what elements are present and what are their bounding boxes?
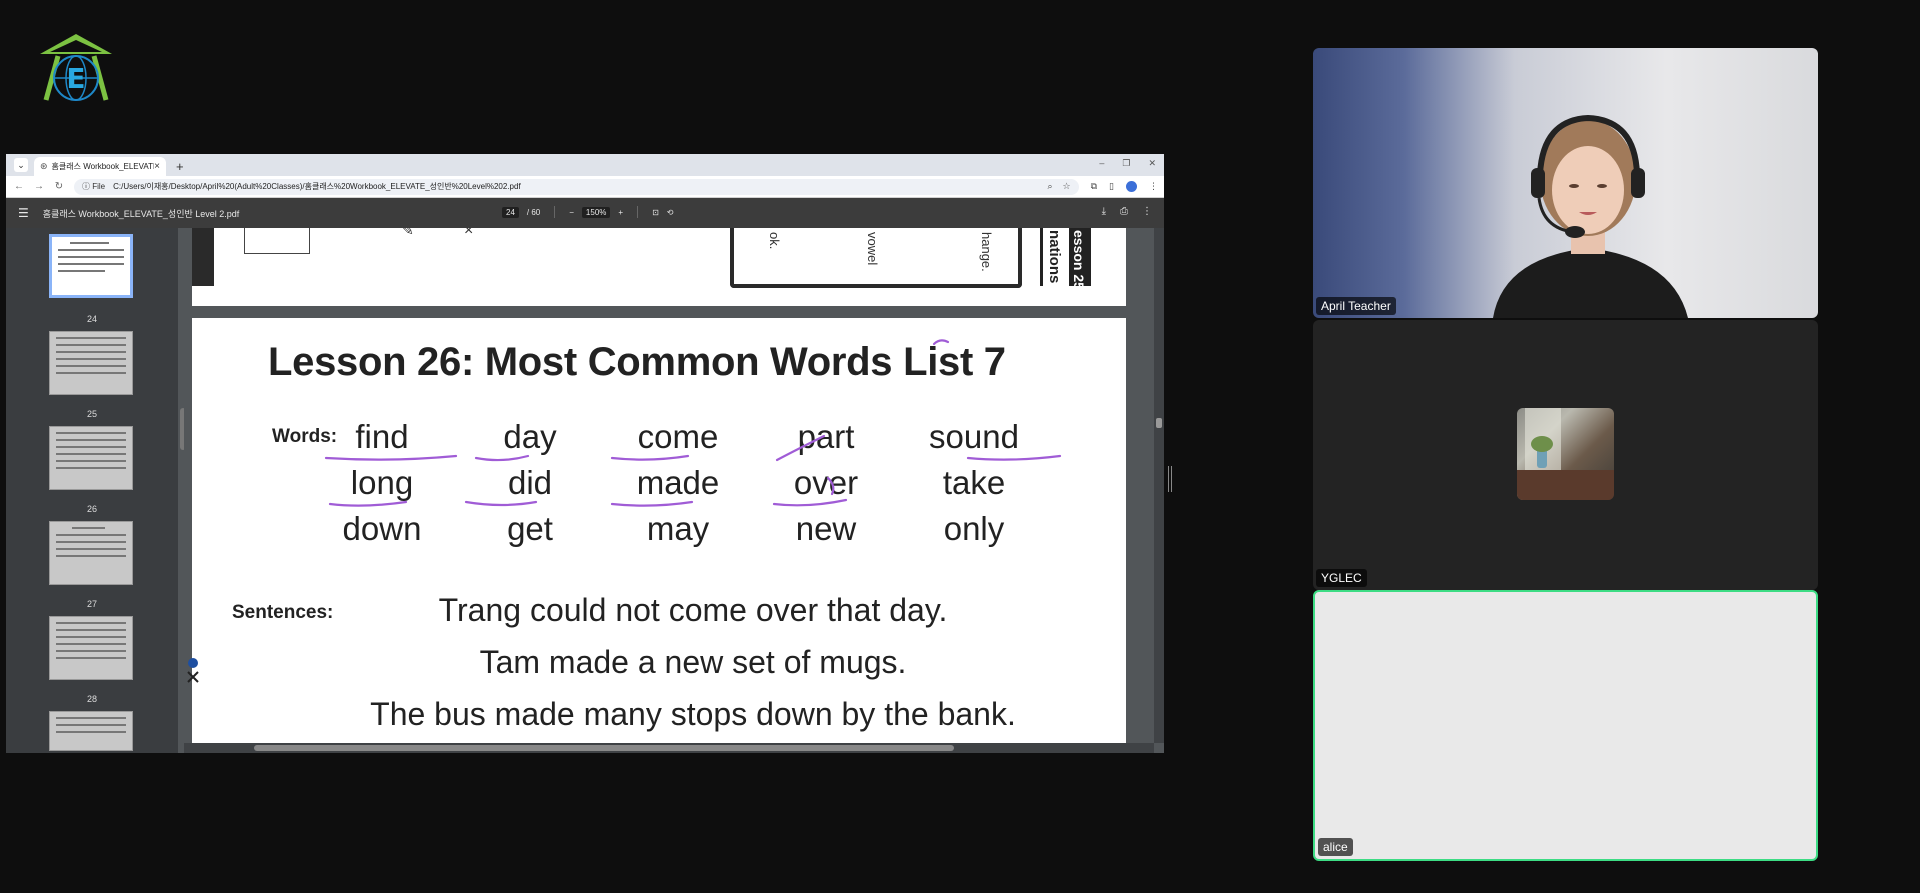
profile-avatar[interactable] [1126, 181, 1137, 192]
pdf-doc-title: 홈클래스 Workbook_ELEVATE_성인반 Level 2.pdf [42, 208, 240, 219]
pdf-toolbar: ☰ 홈클래스 Workbook_ELEVATE_성인반 Level 2.pdf … [6, 198, 1164, 228]
hamburger-menu-icon[interactable]: ☰ [18, 206, 29, 220]
word-item: new [795, 510, 857, 547]
prev-side-text: nations [1046, 230, 1063, 284]
thumbnail-label: 26 [86, 504, 97, 514]
prev-page-card: ok. vowel hange. [730, 228, 1022, 288]
globe-icon: ⊛ [40, 161, 48, 171]
window-close-icon[interactable]: ✕ [1148, 158, 1156, 169]
pdf-page-area: ✎ × ok. vowel hange. nations esson 25 Le… [184, 228, 1154, 743]
browser-menu-icon[interactable]: ⋮ [1149, 181, 1158, 192]
word-item: day [503, 418, 557, 455]
thumbnail-page[interactable] [49, 331, 133, 395]
bookmark-star-icon[interactable]: ☆ [1063, 181, 1071, 192]
video-tile-yglec[interactable]: YGLEC [1313, 320, 1818, 590]
word-item: only [943, 510, 1005, 547]
word-item: sound [929, 418, 1019, 455]
word-item: find [355, 418, 409, 455]
new-tab-button[interactable]: + [176, 159, 184, 174]
thumbnail-page[interactable] [49, 426, 133, 490]
thumbnail-label: 25 [86, 409, 97, 419]
download-icon[interactable]: ⤓ [1102, 206, 1106, 217]
thumbnail-label: 24 [86, 314, 97, 324]
fit-page-icon[interactable]: ⊡ [652, 208, 659, 217]
participant-name: YGLEC [1316, 569, 1367, 587]
prev-fragment: ok. [767, 232, 782, 250]
word-item: may [646, 510, 710, 547]
word-item: get [507, 510, 553, 547]
zoom-in-button[interactable]: + [618, 208, 623, 217]
pdf-body: 24 25 26 27 28 ✎ × ok. vowel hange. nati… [6, 228, 1164, 753]
shared-screen-browser: ⌄ ⊛ 홈클래스 Workbook_ELEVATE_ × + – ❐ ✕ ← →… [6, 154, 1164, 753]
sentence: The bus made many stops down by the bank… [370, 696, 1016, 732]
prev-fragment: hange. [979, 232, 994, 272]
word-item: part [797, 418, 855, 455]
x-mark-icon: × [464, 228, 474, 239]
word-item: down [342, 510, 422, 547]
pencil-icon: ✎ [402, 228, 414, 238]
url-text: C:/Users/이재홍/Desktop/April%20(Adult%20Cl… [113, 182, 521, 191]
thumbnail-page[interactable] [49, 711, 133, 751]
tab-title: 홈클래스 Workbook_ELEVATE_ [51, 162, 155, 171]
address-bar: ← → ↻ ⓘ File C:/Users/이재홍/Desktop/April%… [6, 176, 1164, 198]
word-item: over [793, 464, 859, 501]
browser-tab[interactable]: ⊛ 홈클래스 Workbook_ELEVATE_ × [34, 157, 166, 176]
restore-icon[interactable]: ❐ [1122, 158, 1130, 169]
page-edge-marker [187, 658, 199, 683]
thumbnail-page[interactable] [49, 521, 133, 585]
thumbnail-label: 28 [86, 694, 97, 704]
thumbnail-label: 27 [86, 599, 97, 609]
word-item: made [636, 464, 720, 501]
svg-text:E: E [66, 62, 85, 95]
sidebar-icon[interactable]: ▯ [1109, 181, 1114, 192]
close-icon[interactable]: × [154, 161, 160, 172]
window-controls: – ❐ ✕ [1099, 158, 1156, 169]
lesson-page: Lesson 26: Most Common Words List 7 Word… [187, 318, 1126, 743]
minimize-icon[interactable]: – [1099, 158, 1104, 169]
sentence: Trang could not come over that day. [438, 592, 948, 628]
lesson-title: Lesson 26: Most Common Words List 7 [268, 340, 1006, 384]
zoom-level-input[interactable]: 150% [581, 206, 611, 218]
thumbnail-page[interactable] [49, 234, 133, 298]
page-number-input[interactable]: 24 [502, 206, 519, 218]
reload-icon[interactable]: ↻ [52, 181, 66, 192]
participant-name: alice [1318, 838, 1353, 856]
prev-fragment: vowel [865, 232, 880, 266]
tab-search-button[interactable]: ⌄ [14, 158, 28, 172]
tab-bar: ⌄ ⊛ 홈클래스 Workbook_ELEVATE_ × + – ❐ ✕ [6, 154, 1164, 176]
forward-arrow-icon[interactable]: → [32, 181, 46, 192]
site-info-chip[interactable]: ⓘ File [82, 181, 105, 192]
participant-name: April Teacher [1316, 297, 1396, 315]
elevate-logo-icon: E [40, 34, 112, 101]
participant-thumbnail [1517, 408, 1614, 500]
video-tile-april-teacher[interactable]: April Teacher [1313, 48, 1818, 318]
video-tile-alice[interactable]: alice [1313, 590, 1818, 861]
print-icon[interactable]: ⎙ [1120, 206, 1128, 217]
zoom-out-button[interactable]: − [569, 208, 574, 217]
zoom-icon[interactable]: ⌕ [1047, 181, 1052, 192]
panel-resize-handle[interactable] [1168, 466, 1172, 492]
url-field[interactable]: ⓘ File C:/Users/이재홍/Desktop/April%20(Adu… [74, 178, 1079, 195]
word-item: long [350, 464, 414, 501]
rotate-icon[interactable]: ⟲ [667, 208, 674, 217]
horizontal-scrollbar[interactable] [184, 743, 1154, 753]
prev-side-tab: esson 25 [1071, 230, 1087, 290]
thumbnail-sidebar: 24 25 26 27 28 [6, 228, 186, 753]
vertical-scrollbar[interactable] [1154, 228, 1164, 743]
prev-lesson-tab: nations esson 25 [1040, 228, 1091, 290]
word-item: did [507, 464, 553, 501]
sentence: Tam made a new set of mugs. [479, 644, 907, 680]
word-item: come [637, 418, 719, 455]
back-arrow-icon[interactable]: ← [12, 181, 26, 192]
word-item: take [942, 464, 1006, 501]
thumbnail-page[interactable] [49, 616, 133, 680]
total-pages: / 60 [526, 207, 541, 217]
participant-video-icon [1493, 114, 1688, 318]
more-options-icon[interactable]: ⋮ [1142, 206, 1152, 217]
extensions-icon[interactable]: ⧉ [1091, 181, 1097, 192]
previous-page: ✎ × ok. vowel hange. nations esson 25 [192, 228, 1126, 306]
